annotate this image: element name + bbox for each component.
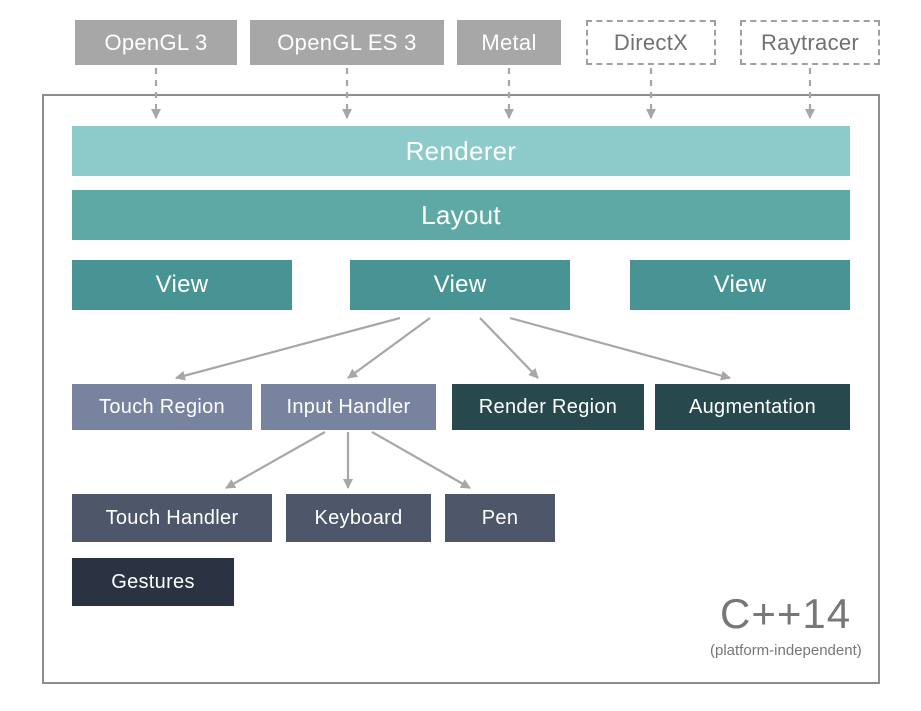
backend-metal: Metal bbox=[457, 20, 561, 65]
layer-layout: Layout bbox=[72, 190, 850, 240]
backend-opengl3: OpenGL 3 bbox=[75, 20, 237, 65]
backend-metal-label: Metal bbox=[481, 30, 536, 56]
pen-label: Pen bbox=[482, 507, 519, 530]
view-0: View bbox=[72, 260, 292, 310]
pen: Pen bbox=[445, 494, 555, 542]
touch-region-label: Touch Region bbox=[99, 396, 225, 419]
keyboard-label: Keyboard bbox=[314, 507, 402, 530]
input-handler-label: Input Handler bbox=[287, 396, 411, 419]
augmentation: Augmentation bbox=[655, 384, 850, 430]
gestures: Gestures bbox=[72, 558, 234, 606]
backend-raytracer-label: Raytracer bbox=[761, 30, 859, 56]
render-region: Render Region bbox=[452, 384, 644, 430]
backend-raytracer: Raytracer bbox=[740, 20, 880, 65]
layer-layout-label: Layout bbox=[421, 200, 501, 231]
backend-opengl3-label: OpenGL 3 bbox=[104, 30, 207, 56]
view-0-label: View bbox=[156, 271, 209, 299]
touch-handler-label: Touch Handler bbox=[106, 507, 239, 530]
backend-opengles3: OpenGL ES 3 bbox=[250, 20, 444, 65]
touch-handler: Touch Handler bbox=[72, 494, 272, 542]
view-2: View bbox=[630, 260, 850, 310]
touch-region: Touch Region bbox=[72, 384, 252, 430]
view-2-label: View bbox=[714, 271, 767, 299]
language-name: C++14 bbox=[720, 590, 851, 638]
render-region-label: Render Region bbox=[479, 396, 617, 419]
input-handler: Input Handler bbox=[261, 384, 436, 430]
diagram-stage: OpenGL 3 OpenGL ES 3 Metal DirectX Raytr… bbox=[0, 0, 921, 711]
backend-opengles3-label: OpenGL ES 3 bbox=[277, 30, 416, 56]
view-1-label: View bbox=[434, 271, 487, 299]
backend-directx: DirectX bbox=[586, 20, 716, 65]
gestures-label: Gestures bbox=[111, 571, 195, 594]
layer-renderer: Renderer bbox=[72, 126, 850, 176]
view-1: View bbox=[350, 260, 570, 310]
keyboard: Keyboard bbox=[286, 494, 431, 542]
augmentation-label: Augmentation bbox=[689, 396, 816, 419]
backend-directx-label: DirectX bbox=[614, 30, 688, 56]
language-note: (platform-independent) bbox=[710, 642, 862, 659]
layer-renderer-label: Renderer bbox=[406, 136, 517, 167]
